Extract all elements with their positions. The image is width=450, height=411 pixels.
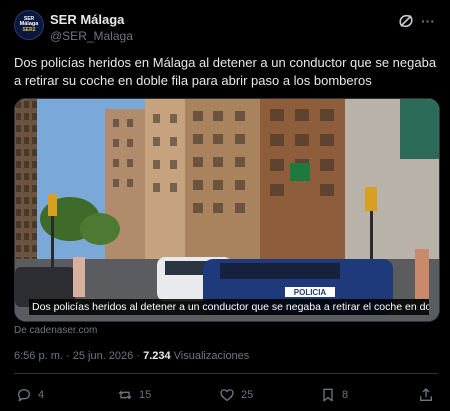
avatar-text-ser2: SER2 bbox=[22, 27, 36, 34]
tweet-media-video[interactable]: POLICIA Dos policías heridos al detener … bbox=[14, 98, 440, 322]
more-icon[interactable]: ··· bbox=[420, 13, 436, 29]
reply-count: 4 bbox=[38, 389, 45, 401]
share-button[interactable] bbox=[418, 386, 440, 404]
action-bar: 4 15 25 8 bbox=[14, 386, 438, 404]
retweet-icon bbox=[118, 390, 132, 400]
bookmark-button[interactable]: 8 bbox=[320, 386, 348, 404]
tweet-text: Dos policías heridos en Málaga al detene… bbox=[14, 55, 437, 88]
views-count: 7.234 bbox=[143, 350, 171, 362]
tweet-meta: 6:56 p. m. · 25 jun. 2026 · 7.234 Visual… bbox=[14, 350, 249, 362]
reply-icon bbox=[18, 389, 30, 402]
like-button[interactable]: 25 bbox=[219, 386, 253, 404]
account-name[interactable]: SER Málaga bbox=[50, 12, 124, 27]
tweet-header: SER Málaga SER2 SER Málaga @SER_Malaga ·… bbox=[14, 10, 436, 46]
bookmark-icon bbox=[323, 388, 333, 402]
reply-button[interactable]: 4 bbox=[16, 386, 44, 404]
meta-separator: · bbox=[65, 350, 70, 362]
divider bbox=[14, 373, 438, 374]
views-label: Visualizaciones bbox=[173, 350, 250, 362]
link-source[interactable]: De cadenaser.com bbox=[14, 325, 97, 336]
meta-separator: · bbox=[136, 350, 141, 362]
tweet-time[interactable]: 6:56 p. m. bbox=[14, 350, 63, 362]
grok-icon[interactable] bbox=[398, 13, 414, 29]
heart-icon bbox=[220, 389, 234, 401]
bookmark-count: 8 bbox=[342, 389, 349, 401]
retweet-count: 15 bbox=[139, 389, 152, 401]
police-label: POLICIA bbox=[294, 288, 327, 297]
tweet-date[interactable]: 25 jun. 2026 bbox=[73, 350, 134, 362]
street-scene-image: POLICIA bbox=[15, 99, 439, 321]
retweet-button[interactable]: 15 bbox=[117, 386, 151, 404]
video-caption: Dos policías heridos al detener a un con… bbox=[29, 299, 429, 315]
share-icon bbox=[420, 388, 432, 401]
like-count: 25 bbox=[241, 389, 254, 401]
account-handle[interactable]: @SER_Malaga bbox=[50, 29, 133, 43]
avatar[interactable]: SER Málaga SER2 bbox=[14, 10, 44, 40]
